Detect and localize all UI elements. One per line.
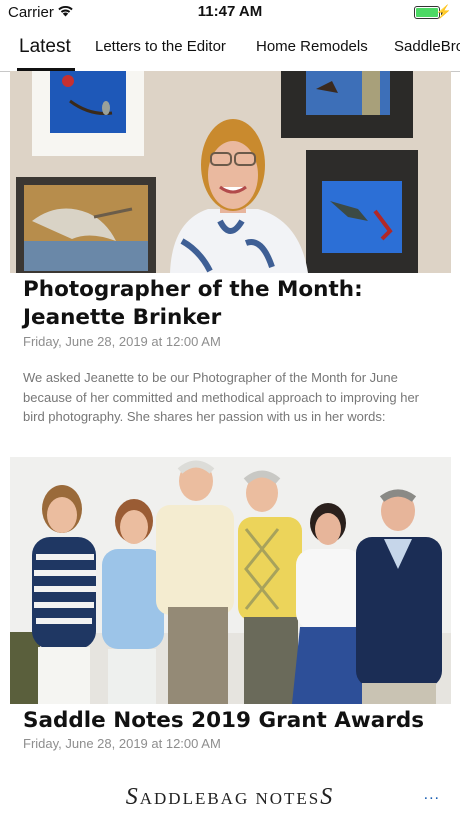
saddlebag-notes-logo: SADDLEBAG NOTESS — [125, 784, 335, 810]
clock: 11:47 AM — [197, 3, 263, 20]
more-options-icon[interactable]: ... — [424, 786, 440, 804]
tab-saddlebrook[interactable]: SaddleBro — [394, 38, 460, 55]
tab-home-remodels[interactable]: Home Remodels — [256, 38, 368, 55]
article-title[interactable]: Saddle Notes 2019 Grant Awards — [23, 707, 443, 735]
article-photo-jeanette[interactable] — [10, 71, 451, 273]
tab-letters-to-the-editor[interactable]: Letters to the Editor — [95, 38, 226, 55]
article-photo-grant-awards[interactable] — [10, 457, 451, 704]
article-date: Friday, June 28, 2019 at 12:00 AM — [23, 736, 221, 751]
tab-latest[interactable]: Latest — [19, 36, 71, 58]
article-date: Friday, June 28, 2019 at 12:00 AM — [23, 334, 221, 349]
bolt-icon: ⚡ — [435, 4, 452, 19]
status-bar: Carrier 11:47 AM ⚡ — [0, 0, 460, 26]
article-summary[interactable]: We asked Jeanette to be our Photographer… — [23, 368, 443, 427]
article-title[interactable]: Photographer of the Month: Jeanette Brin… — [23, 276, 443, 332]
section-tab-bar: Latest Letters to the Editor Home Remode… — [0, 30, 460, 72]
